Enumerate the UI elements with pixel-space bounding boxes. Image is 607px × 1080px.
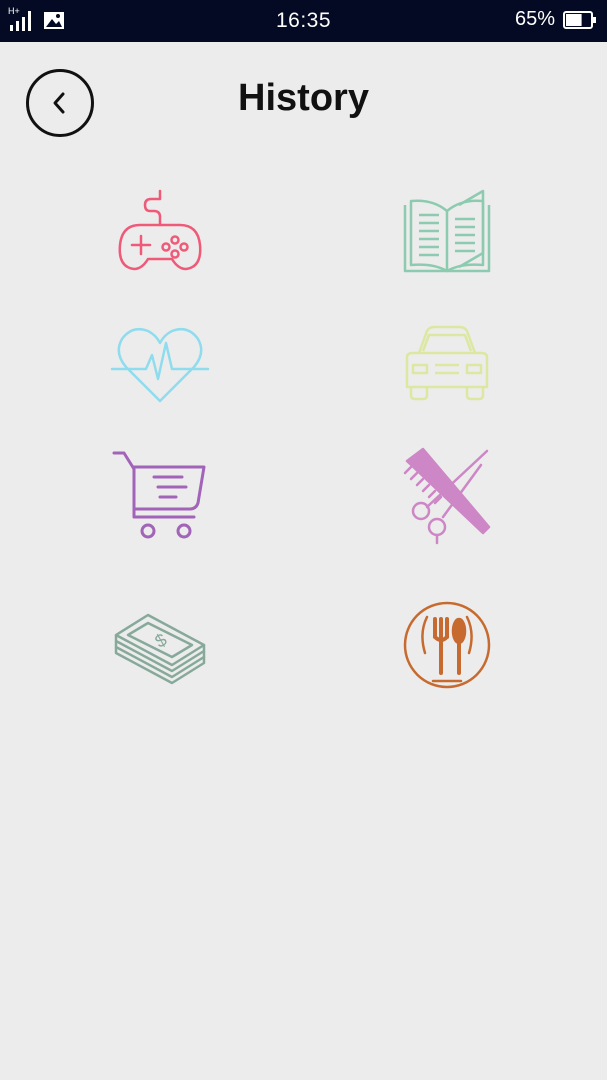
category-food[interactable] (392, 590, 502, 700)
category-games[interactable] (105, 178, 215, 288)
category-health[interactable] (105, 308, 215, 418)
car-icon (405, 325, 489, 401)
shopping-cart-icon (112, 451, 206, 539)
status-bar: H+ 16:35 65% (0, 0, 607, 42)
category-shopping[interactable] (105, 440, 215, 550)
open-book-icon (403, 189, 491, 273)
category-books[interactable] (392, 178, 502, 288)
fork-spoon-plate-icon (403, 601, 491, 689)
gamepad-icon (118, 189, 202, 271)
battery-icon (563, 10, 596, 29)
battery-percent: 65% (514, 8, 555, 30)
heart-pulse-icon (110, 328, 210, 403)
header: History (0, 42, 607, 162)
category-salon[interactable] (392, 440, 502, 550)
money-stack-icon: $ (114, 613, 206, 685)
category-car[interactable] (392, 308, 502, 418)
comb-scissors-icon (403, 447, 491, 545)
page-title: History (238, 77, 369, 119)
status-right: 65% (515, 8, 597, 31)
category-money[interactable]: $ (105, 590, 215, 700)
